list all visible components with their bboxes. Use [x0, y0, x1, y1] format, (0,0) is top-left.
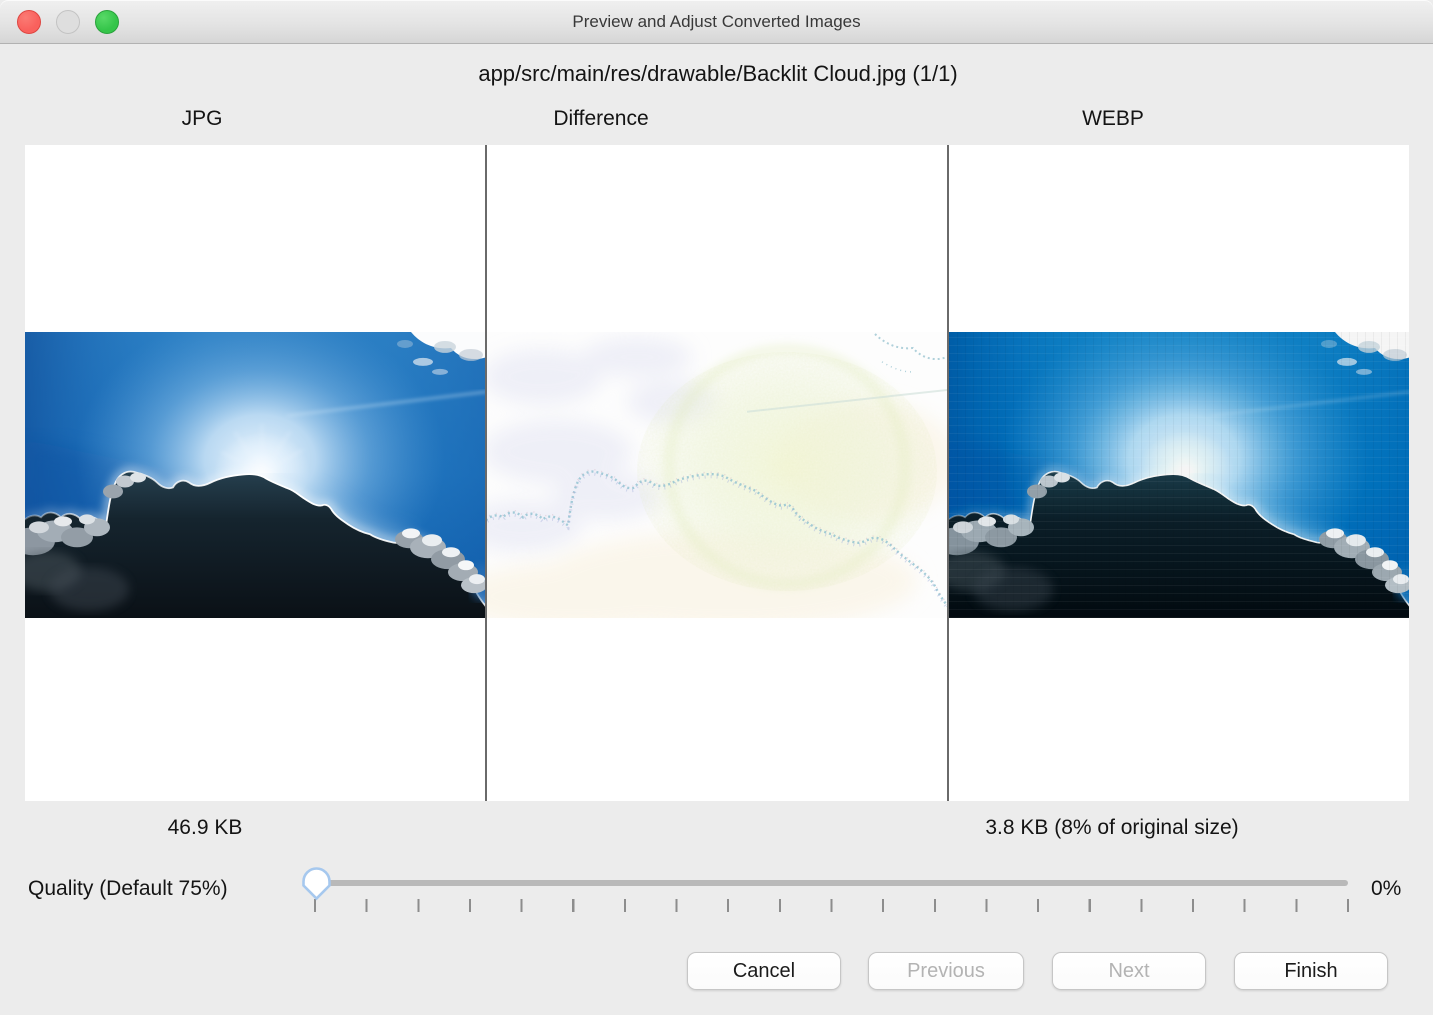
titlebar: Preview and Adjust Converted Images	[0, 0, 1433, 44]
webp-panel	[947, 145, 1409, 801]
webp-size-label: 3.8 KB (8% of original size)	[985, 816, 1238, 840]
jpg-panel	[25, 145, 485, 801]
previous-button[interactable]: Previous	[868, 952, 1024, 990]
quality-slider-thumb[interactable]	[300, 867, 333, 902]
column-label-difference: Difference	[553, 107, 648, 131]
quality-slider-ticks	[314, 899, 1352, 912]
difference-panel	[485, 145, 947, 801]
cancel-button[interactable]: Cancel	[687, 952, 841, 990]
quality-value-label: 0%	[1371, 877, 1401, 901]
column-label-webp: WEBP	[1082, 107, 1144, 131]
webp-preview-image	[949, 332, 1409, 618]
difference-preview-image	[487, 332, 947, 618]
column-label-jpg: JPG	[182, 107, 223, 131]
quality-slider-label: Quality (Default 75%)	[28, 877, 228, 901]
dialog-window: Preview and Adjust Converted Images app/…	[0, 0, 1433, 1015]
next-button[interactable]: Next	[1052, 952, 1206, 990]
window-title: Preview and Adjust Converted Images	[0, 0, 1433, 44]
quality-slider-track[interactable]	[316, 880, 1348, 886]
preview-strip	[25, 145, 1409, 801]
file-path-label: app/src/main/res/drawable/Backlit Cloud.…	[478, 61, 957, 87]
finish-button[interactable]: Finish	[1234, 952, 1388, 990]
jpg-preview-image	[25, 332, 485, 618]
jpg-size-label: 46.9 KB	[168, 816, 243, 840]
